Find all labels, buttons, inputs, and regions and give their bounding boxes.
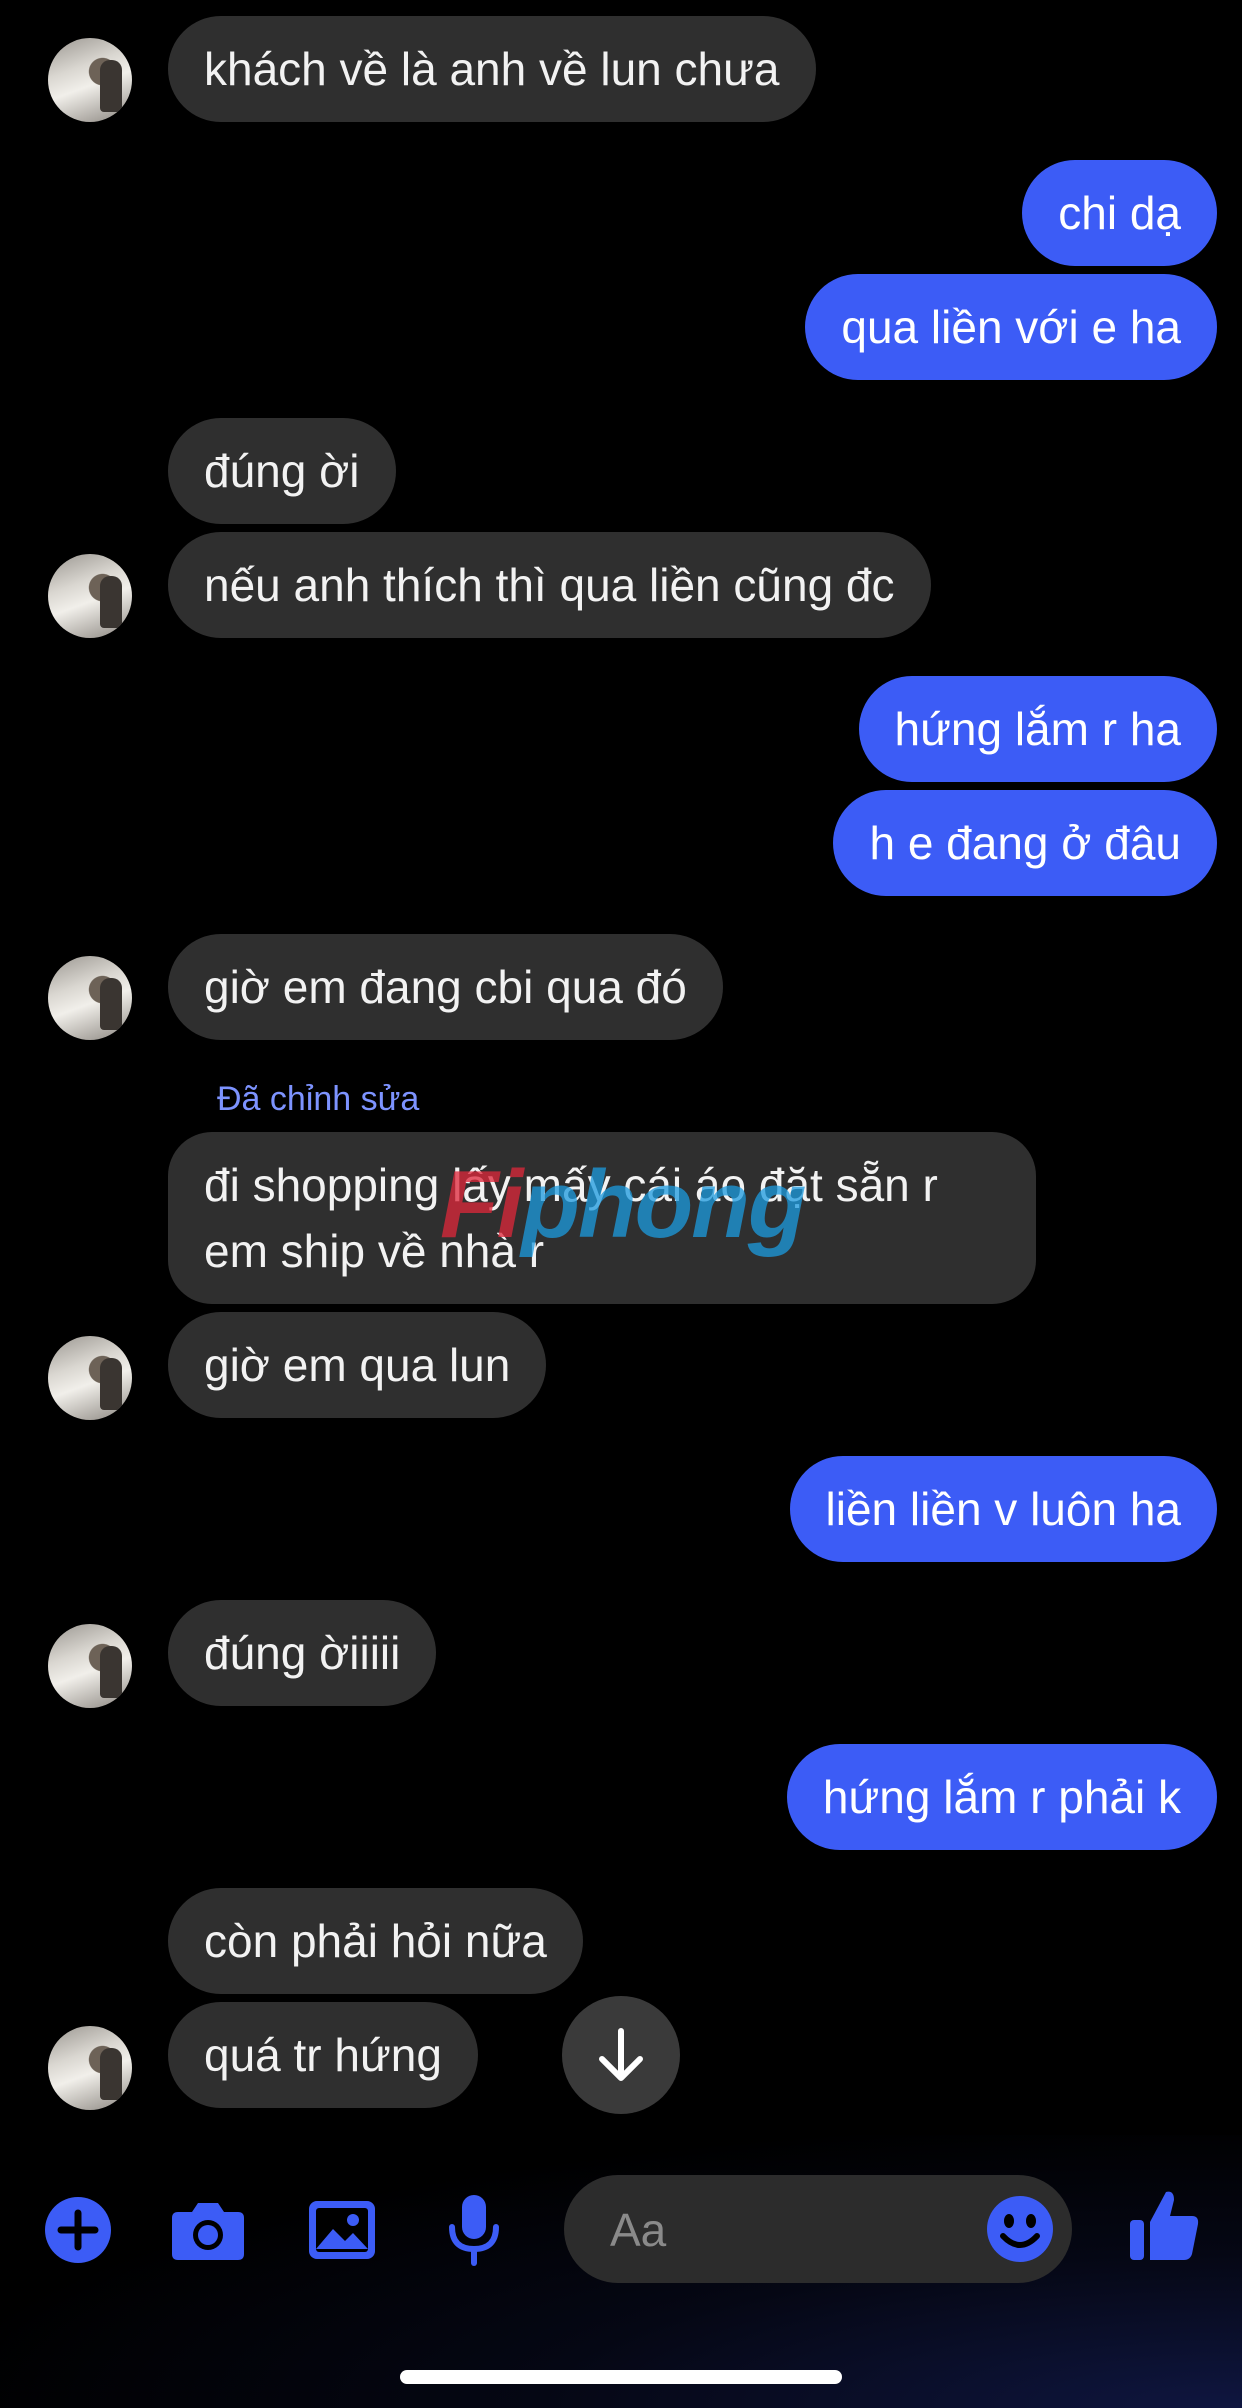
plus-circle-icon (45, 2197, 111, 2263)
contact-avatar[interactable] (48, 1624, 132, 1708)
incoming-message[interactable]: đi shopping lấy mấy cái áo đặt sẵn r em … (168, 1132, 1036, 1304)
contact-avatar[interactable] (48, 38, 132, 122)
composer-toolbar (0, 2135, 1242, 2408)
thumbs-up-icon (1130, 2191, 1199, 2260)
outgoing-message[interactable]: qua liền với e ha (805, 274, 1217, 380)
outgoing-message[interactable]: hứng lắm r ha (858, 676, 1217, 782)
home-indicator[interactable] (400, 2370, 842, 2384)
incoming-message[interactable]: giờ em qua lun (168, 1312, 547, 1418)
outgoing-message[interactable]: hứng lắm r phải k (786, 1744, 1217, 1850)
emoji-button[interactable] (984, 2193, 1056, 2265)
incoming-message[interactable]: đúng ời (168, 418, 396, 524)
outgoing-message[interactable]: h e đang ở đâu (833, 790, 1217, 896)
incoming-message[interactable]: nếu anh thích thì qua liền cũng đc (168, 532, 931, 638)
message-thread[interactable]: khách về là anh về lun chưa chi dạ qua l… (0, 0, 1242, 2130)
edited-label: Đã chỉnh sửa (217, 1080, 420, 1118)
incoming-message[interactable]: đúng ờiiiii (168, 1600, 437, 1706)
message-input[interactable] (608, 2197, 972, 2263)
outgoing-message[interactable]: liền liền v luôn ha (789, 1456, 1217, 1562)
camera-icon (172, 2203, 244, 2260)
scroll-to-bottom-button[interactable] (562, 1996, 680, 2114)
gallery-button[interactable] (302, 2190, 382, 2270)
contact-avatar[interactable] (48, 2026, 132, 2110)
microphone-icon (449, 2195, 499, 2266)
incoming-message[interactable]: còn phải hỏi nữa (168, 1888, 583, 1994)
incoming-message[interactable]: giờ em đang cbi qua đó (168, 934, 723, 1040)
incoming-message[interactable]: khách về là anh về lun chưa (168, 16, 816, 122)
image-icon (309, 2201, 375, 2259)
like-button[interactable] (1124, 2185, 1204, 2265)
outgoing-message[interactable]: chi dạ (1022, 160, 1217, 266)
smiley-icon (987, 2196, 1053, 2262)
contact-avatar[interactable] (48, 956, 132, 1040)
camera-button[interactable] (168, 2190, 248, 2270)
incoming-message[interactable]: quá tr hứng (168, 2002, 478, 2108)
add-button[interactable] (38, 2190, 118, 2270)
contact-avatar[interactable] (48, 1336, 132, 1420)
voice-message-button[interactable] (434, 2190, 514, 2270)
contact-avatar[interactable] (48, 554, 132, 638)
message-composer[interactable] (564, 2175, 1072, 2283)
arrow-down-icon (599, 2028, 643, 2081)
